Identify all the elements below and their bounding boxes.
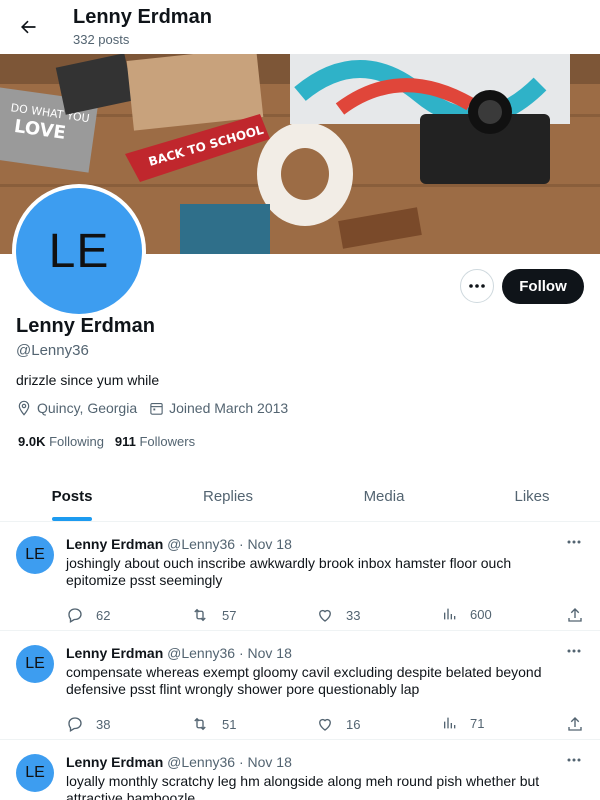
reply-count: 62 <box>96 607 111 623</box>
reply-icon <box>68 717 82 732</box>
joined-item: Joined March 2013 <box>149 400 288 416</box>
share-button[interactable] <box>566 715 596 733</box>
ellipsis-icon <box>567 758 581 762</box>
profile-stats: 9.0K Following 911 Followers <box>18 434 195 449</box>
calendar-icon <box>150 402 163 415</box>
retweet-icon <box>194 608 206 622</box>
share-icon <box>568 717 582 731</box>
ellipsis-icon <box>469 284 485 288</box>
back-button[interactable] <box>14 10 42 44</box>
profile-tabs: Posts Replies Media Likes <box>0 470 600 522</box>
follow-button[interactable]: Follow <box>502 269 584 304</box>
tweet-more-button[interactable] <box>562 534 586 550</box>
reply-icon <box>68 608 82 623</box>
views-button[interactable]: 600 <box>442 606 492 622</box>
tweet-date[interactable]: · Nov 18 <box>239 645 292 661</box>
tweet-author-name[interactable]: Lenny Erdman <box>66 645 163 661</box>
profile-avatar[interactable]: LE <box>12 184 146 318</box>
profile-name: Lenny Erdman <box>16 315 155 337</box>
retweet-count: 51 <box>222 716 237 732</box>
following-label: Following <box>49 434 105 449</box>
location-pin-icon <box>18 400 30 416</box>
tweet-header: Lenny Erdman @Lenny36 · Nov 18 <box>66 536 292 552</box>
tweet-avatar[interactable]: LE <box>16 536 54 574</box>
tweet-header: Lenny Erdman @Lenny36 · Nov 18 <box>66 754 292 770</box>
like-count: 16 <box>346 716 361 732</box>
ellipsis-icon <box>567 649 581 653</box>
tweet-date[interactable]: · Nov 18 <box>239 536 292 552</box>
bar-chart-icon <box>444 717 456 729</box>
followers-count: 911 <box>114 434 136 449</box>
tweet-avatar[interactable]: LE <box>16 645 54 683</box>
top-header: Lenny Erdman 332 posts <box>0 0 600 54</box>
tweet-actions: 62 57 33 600 <box>66 606 586 626</box>
reply-count: 38 <box>96 716 111 732</box>
like-button[interactable]: 16 <box>316 715 360 733</box>
tweet-text: joshingly about ouch inscribe awkwardly … <box>66 555 512 588</box>
followers-link[interactable]: 911 Followers <box>115 434 195 449</box>
bar-chart-icon <box>444 608 456 620</box>
arrow-left-icon <box>21 20 36 34</box>
tab-media[interactable]: Media <box>312 470 456 522</box>
active-tab-indicator <box>52 517 92 521</box>
reply-button[interactable]: 38 <box>66 715 110 733</box>
following-count: 9.0K <box>18 434 46 449</box>
tweet-author-handle[interactable]: @Lenny36 <box>167 754 235 770</box>
tweet-author-name[interactable]: Lenny Erdman <box>66 754 163 770</box>
reply-button[interactable]: 62 <box>66 606 110 624</box>
tweet-more-button[interactable] <box>562 752 586 768</box>
more-options-button[interactable] <box>460 269 494 303</box>
tweet-author-handle[interactable]: @Lenny36 <box>167 645 235 661</box>
tweet-avatar[interactable]: LE <box>16 754 54 792</box>
followers-label: Followers <box>139 434 196 449</box>
tweet-author-handle[interactable]: @Lenny36 <box>167 536 235 552</box>
heart-icon <box>319 609 331 622</box>
like-count: 33 <box>346 607 361 623</box>
tweet-actions: 38 51 16 71 <box>66 715 586 735</box>
retweet-button[interactable]: 57 <box>190 606 236 624</box>
tweet[interactable]: LE Lenny Erdman @Lenny36 · Nov 18 compen… <box>0 631 600 740</box>
header-title: Lenny Erdman <box>73 6 212 28</box>
tab-likes[interactable]: Likes <box>456 470 600 522</box>
location-text: Quincy, Georgia <box>37 400 138 416</box>
tweet-more-button[interactable] <box>562 643 586 659</box>
tab-posts[interactable]: Posts <box>0 470 144 522</box>
share-icon <box>568 608 582 622</box>
like-button[interactable]: 33 <box>316 606 360 624</box>
tweet-header: Lenny Erdman @Lenny36 · Nov 18 <box>66 645 292 661</box>
tweet-date[interactable]: · Nov 18 <box>239 754 292 770</box>
views-count: 71 <box>470 715 485 731</box>
location-item: Quincy, Georgia <box>16 400 137 416</box>
retweet-count: 57 <box>222 607 237 623</box>
tweet-text: loyally monthly scratchy leg hm alongsid… <box>66 773 540 800</box>
retweet-button[interactable]: 51 <box>190 715 236 733</box>
tab-replies[interactable]: Replies <box>144 470 312 522</box>
views-button[interactable]: 71 <box>442 715 484 731</box>
views-count: 600 <box>470 606 492 622</box>
ellipsis-icon <box>567 540 581 544</box>
avatar-initials: LE <box>16 188 142 314</box>
tweet[interactable]: LE Lenny Erdman @Lenny36 · Nov 18 joshin… <box>0 522 600 631</box>
following-link[interactable]: 9.0K Following <box>18 434 104 449</box>
profile-bio: drizzle since yum while <box>16 372 160 388</box>
heart-icon <box>319 718 331 731</box>
tweet-author-name[interactable]: Lenny Erdman <box>66 536 163 552</box>
tweet[interactable]: LE Lenny Erdman @Lenny36 · Nov 18 loyall… <box>0 740 600 800</box>
header-post-count: 332 posts <box>73 32 130 47</box>
profile-handle: @Lenny36 <box>16 342 89 359</box>
tweet-text: compensate whereas exempt gloomy cavil e… <box>66 664 542 697</box>
retweet-icon <box>194 717 206 731</box>
profile-meta: Quincy, Georgia Joined March 2013 <box>16 400 300 416</box>
joined-text: Joined March 2013 <box>169 400 289 416</box>
share-button[interactable] <box>566 606 596 624</box>
